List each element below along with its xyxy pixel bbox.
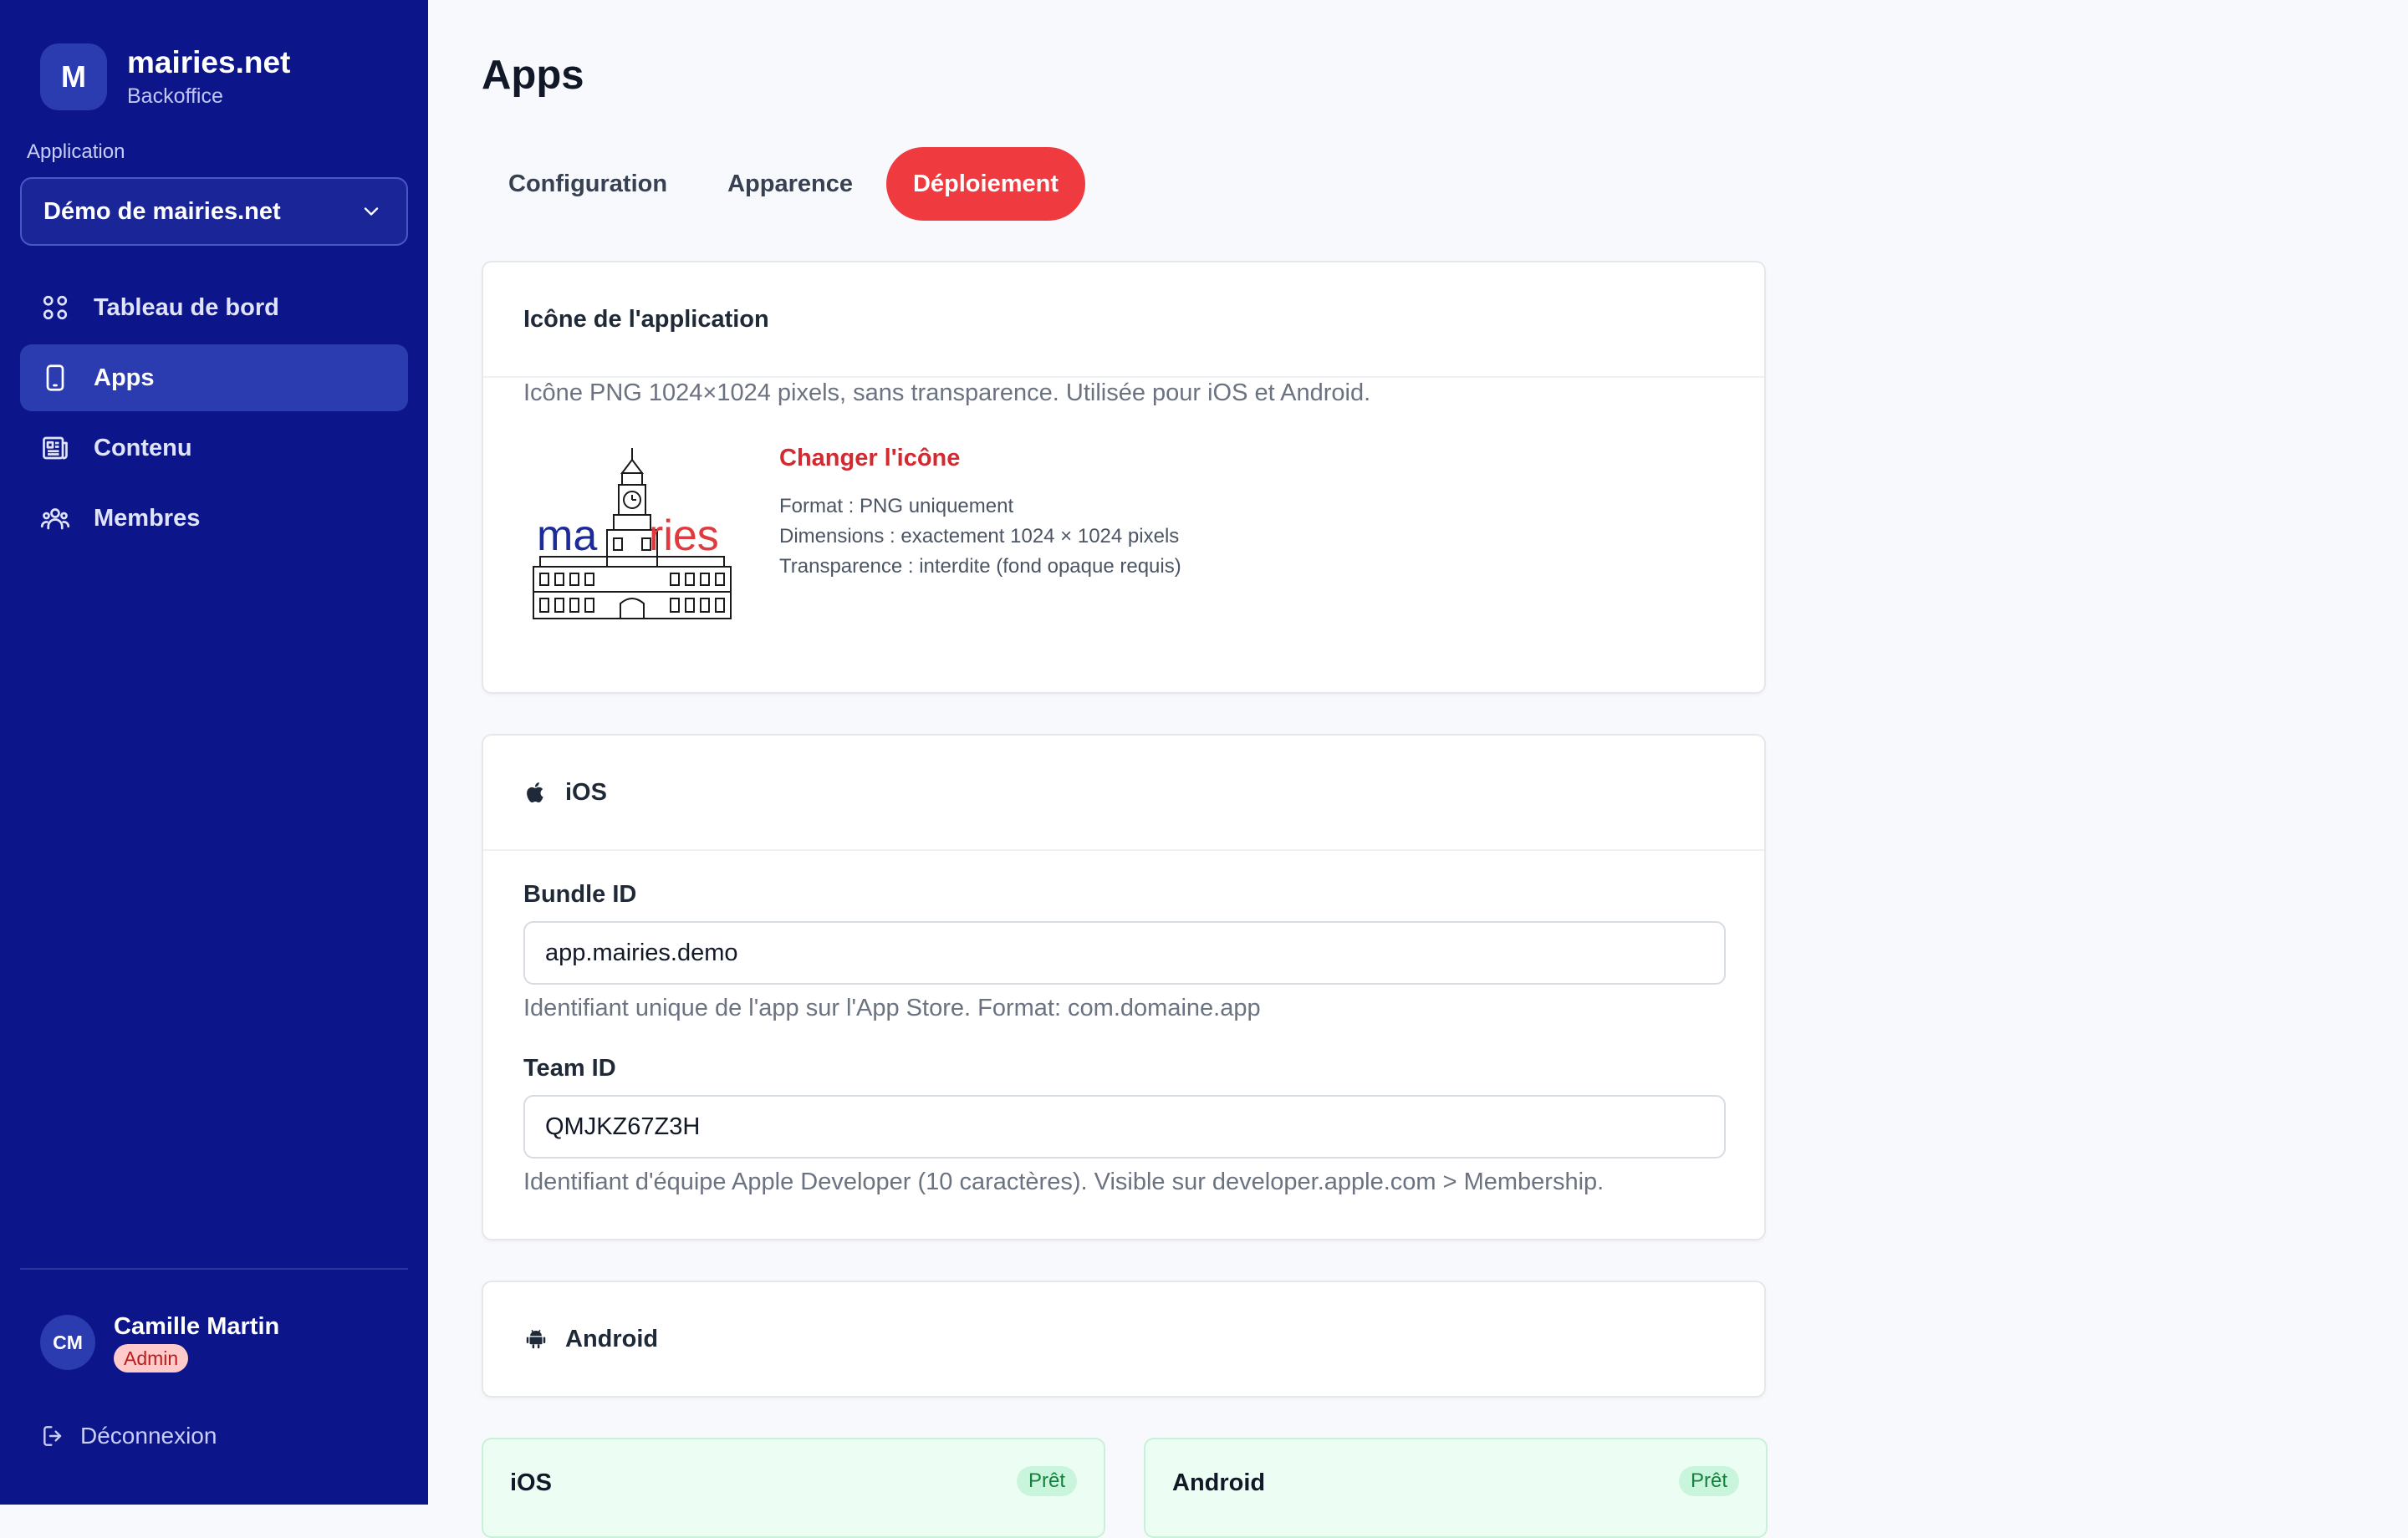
status-platform: Android [1172,1469,1266,1496]
application-select[interactable]: Démo de mairies.net [20,177,408,246]
app-icon-description: Icône PNG 1024×1024 pixels, sans transpa… [523,379,1371,406]
ios-card: iOS Bundle ID app.mairies.demo Identifia… [482,734,1766,1240]
change-icon-link[interactable]: Changer l'icône [779,445,960,472]
sidebar-nav: Tableau de bord Apps Contenu Membres [20,274,408,555]
bundle-id-label: Bundle ID [523,881,637,908]
ios-card-title: iOS [565,778,607,806]
icon-spec-list: Format : PNG uniquement Dimensions : exa… [779,491,1181,582]
tab-apparence[interactable]: Apparence [701,147,880,221]
grid-icon [43,295,68,320]
smartphone-icon [46,364,64,391]
users-icon [40,508,70,530]
application-select-value: Démo de mairies.net [43,197,281,225]
sidebar-item-label: Membres [94,504,201,532]
status-badge: Prêt [1016,1466,1077,1496]
android-status-card: Android Prêt [1144,1438,1768,1538]
bundle-id-input[interactable]: app.mairies.demo [523,921,1726,985]
icon-spec-format: Format : PNG uniquement [779,495,1014,517]
town-hall-logo-icon: ma ries [533,448,732,619]
ios-card-header: iOS [483,736,1764,851]
bundle-id-help: Identifiant unique de l'app sur l'App St… [523,995,1261,1021]
role-badge: Admin [114,1344,189,1372]
brand-subtitle: Backoffice [127,84,223,108]
team-id-help: Identifiant d'équipe Apple Developer (10… [523,1169,1604,1195]
app-icon-card: Icône de l'application Icône PNG 1024×10… [482,261,1766,694]
android-card-header: Android [483,1282,1764,1396]
logo-text-left: ma [537,512,597,560]
ios-status-card: iOS Prêt [482,1438,1105,1538]
newspaper-icon [43,436,68,460]
logout-button[interactable]: Déconnexion [40,1423,217,1449]
apple-icon [527,782,543,803]
application-label: Application [27,140,125,163]
tab-configuration[interactable]: Configuration [482,147,694,221]
user-profile[interactable]: CM Camille Martin Admin [40,1312,279,1372]
brand-name: mairies.net [127,45,291,79]
app-icon-card-title: Icône de l'application [483,262,1764,378]
tabs: Configuration Apparence Déploiement [482,147,1092,221]
android-icon [526,1329,546,1349]
sidebar-item-tableau-de-bord[interactable]: Tableau de bord [20,274,408,341]
tab-deploiement[interactable]: Déploiement [885,147,1085,221]
sidebar: M mairies.net Backoffice Application Dém… [0,0,428,1505]
android-card: Android [482,1281,1766,1398]
logo-text-right: ries [649,512,719,560]
user-name: Camille Martin [114,1313,280,1340]
sidebar-item-apps[interactable]: Apps [20,344,408,411]
sidebar-item-label: Contenu [94,434,192,461]
android-card-title: Android [565,1325,659,1352]
sidebar-item-label: Apps [94,364,155,391]
icon-spec-transparency: Transparence : interdite (fond opaque re… [779,555,1181,578]
sidebar-item-contenu[interactable]: Contenu [20,415,408,481]
brand[interactable]: M mairies.net Backoffice [40,43,290,110]
logout-label: Déconnexion [80,1423,217,1449]
team-id-input[interactable]: QMJKZ67Z3H [523,1095,1726,1159]
team-id-label: Team ID [523,1055,616,1082]
brand-logo: M [40,43,107,110]
sidebar-item-label: Tableau de bord [94,293,279,321]
page-title: Apps [482,53,584,98]
sidebar-divider [20,1268,408,1270]
app-icon-preview: ma ries [530,448,734,620]
logout-icon [43,1426,62,1446]
icon-spec-dimensions: Dimensions : exactement 1024 × 1024 pixe… [779,525,1180,547]
chevron-down-icon [364,207,379,216]
status-platform: iOS [510,1469,552,1496]
avatar: CM [40,1315,95,1370]
sidebar-item-membres[interactable]: Membres [20,485,408,552]
status-badge: Prêt [1678,1466,1739,1496]
